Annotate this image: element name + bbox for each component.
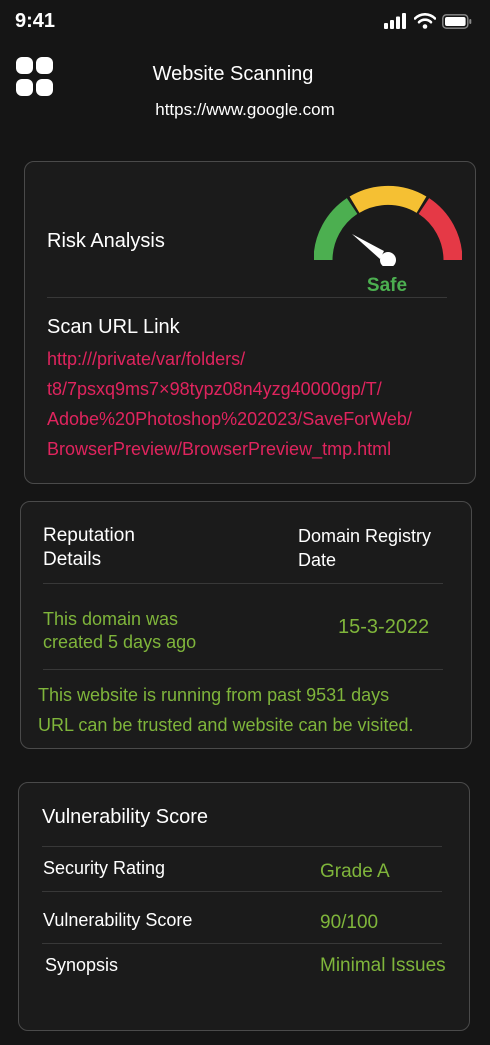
scan-url-line: http:///private/var/folders/ — [47, 349, 246, 369]
scanned-url: https://www.google.com — [155, 100, 335, 119]
scan-url-line: Adobe%20Photoshop%202023/SaveForWeb/ — [47, 409, 412, 429]
signal-icon — [384, 13, 406, 29]
vulnerability-score-value: 90/100 — [320, 912, 379, 933]
domain-registry-heading: Domain Registry Date — [298, 526, 432, 570]
status-time: 9:41 — [15, 10, 56, 32]
scan-url-line: BrowserPreview/BrowserPreview_tmp.html — [47, 439, 392, 459]
risk-analysis-card: Risk Analysis Safe Scan URL Link http://… — [24, 161, 476, 484]
vulnerability-card: Vulnerability Score Security Rating Grad… — [18, 782, 470, 1031]
page-title: Website Scanning — [152, 63, 314, 85]
divider — [42, 891, 442, 892]
screen: 9:41 Website Scanning https://www.google… — [0, 0, 490, 1045]
battery-icon — [442, 13, 472, 29]
running-days-text: This website is running from past 9531 d… — [38, 685, 390, 705]
trust-text: URL can be trusted and website can be vi… — [38, 715, 414, 735]
scan-url-title: Scan URL Link — [47, 316, 180, 338]
domain-age-text: This domain was created 5 days ago — [43, 609, 197, 652]
wifi-icon — [414, 13, 436, 29]
risk-analysis-title: Risk Analysis — [47, 230, 165, 252]
divider — [47, 297, 447, 298]
scan-url-line: t8/7psxq9ms7×98typz08n4yzg40000gp/T/ — [47, 379, 382, 399]
risk-gauge-icon — [314, 185, 462, 266]
divider — [42, 943, 442, 944]
divider — [43, 669, 443, 670]
divider — [43, 583, 443, 584]
synopsis-label: Synopsis — [45, 955, 119, 975]
risk-status-label: Safe — [366, 275, 408, 296]
status-icons — [384, 13, 472, 29]
reputation-heading: Reputation Details — [43, 525, 135, 570]
vulnerability-score-label: Vulnerability Score — [43, 910, 193, 930]
vulnerability-card-title: Vulnerability Score — [42, 806, 209, 828]
registry-date-value: 15-3-2022 — [338, 616, 430, 638]
divider — [42, 846, 442, 847]
scan-url-link[interactable]: http:///private/var/folders/ t8/7psxq9ms… — [47, 344, 412, 464]
reputation-card: Reputation Details Domain Registry Date … — [20, 501, 472, 749]
security-rating-value: Grade A — [320, 861, 390, 882]
security-rating-label: Security Rating — [43, 858, 166, 878]
synopsis-value: Minimal Issues — [320, 955, 446, 976]
